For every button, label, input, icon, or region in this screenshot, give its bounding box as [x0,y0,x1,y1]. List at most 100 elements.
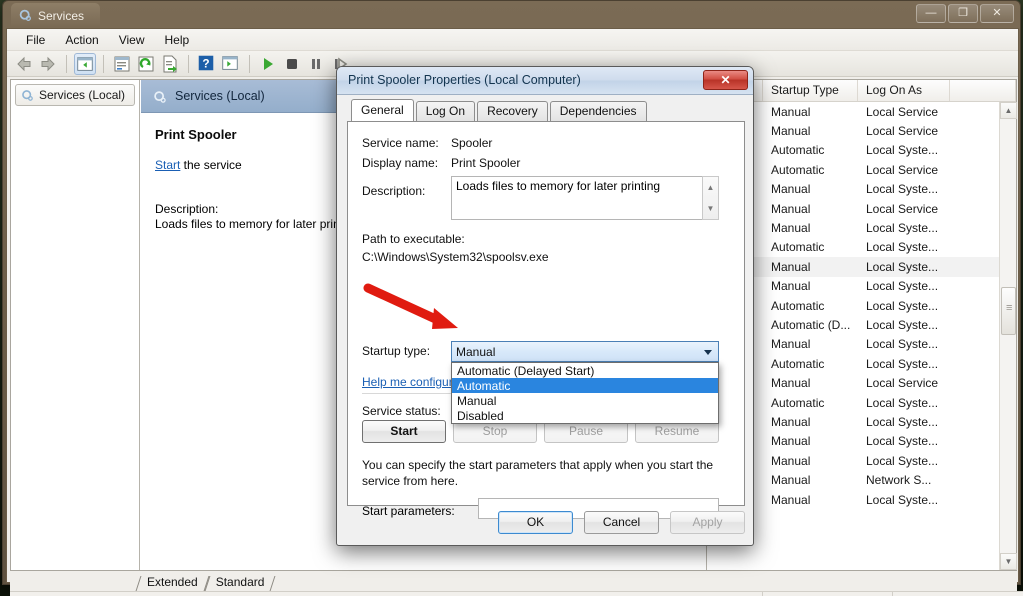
forward-arrow-icon[interactable] [37,53,59,75]
cell-startup-type: Automatic [771,143,825,158]
show-hide-console-tree-icon[interactable] [74,52,96,75]
description-scrollbar[interactable]: ▲ ▼ [702,176,719,220]
cell-startup-type: Automatic [771,395,825,410]
cell-log-on-as: Local Service [866,376,939,391]
description-textarea-value: Loads files to memory for later printing [456,179,661,193]
tab-recovery[interactable]: Recovery [477,101,548,121]
dialog-inner: General Log On Recovery Dependencies Ser… [347,99,745,537]
cancel-button[interactable]: Cancel [584,511,659,534]
start-button[interactable]: Start [362,420,446,443]
cell-log-on-as: Local Syste... [866,492,939,507]
view-tab-standard[interactable]: Standard [207,574,274,591]
description-scroll-down-icon[interactable]: ▼ [703,198,718,219]
show-hide-action-pane-icon[interactable] [220,53,242,75]
scrollbar-thumb[interactable] [1001,287,1016,335]
dropdown-option-disabled[interactable]: Disabled [452,408,718,423]
status-bar [10,591,1023,596]
toolbar-separator [188,54,189,73]
scroll-up-button[interactable]: ▲ [1000,102,1017,119]
cell-log-on-as: Local Syste... [866,395,939,410]
cell-startup-type: Automatic [771,240,825,255]
start-service-icon[interactable] [257,53,279,75]
cell-log-on-as: Network S... [866,473,932,488]
tab-general[interactable]: General [351,99,414,121]
startup-type-dropdown-list[interactable]: Automatic (Delayed Start) Automatic Manual… [451,362,719,424]
dialog-close-button[interactable]: ✕ [703,70,748,90]
apply-button: Apply [670,511,745,534]
list-column-headers: tus Startup Type Log On As [708,80,1016,102]
cell-log-on-as: Local Syste... [866,356,939,371]
tab-page-general: Service name: Spooler Display name: Prin… [347,121,745,519]
tree-node-services-local[interactable]: Services (Local) [15,84,135,106]
startup-type-value: Manual [456,345,496,359]
list-vertical-scrollbar[interactable]: ▲ ▼ [999,102,1017,570]
cell-log-on-as: Local Syste... [866,434,939,449]
desktop-background: Services — ❐ ✕ File Action View Help ? S… [0,0,1023,596]
chevron-down-icon [704,350,712,355]
menu-item-action[interactable]: Action [56,31,107,49]
cell-log-on-as: Local Syste... [866,182,939,197]
tab-log-on[interactable]: Log On [415,101,476,121]
cell-log-on-as: Local Syste... [866,279,939,294]
start-service-link[interactable]: Start [155,158,180,172]
refresh-icon[interactable] [135,53,157,75]
cell-startup-type: Automatic [771,298,825,313]
ok-button[interactable]: OK [498,511,573,534]
menu-item-file[interactable]: File [17,31,54,49]
services-gear-icon [19,9,32,22]
path-to-executable-value: C:\Windows\System32\spoolsv.exe [362,250,549,264]
cell-log-on-as: Local Syste... [866,298,939,313]
services-gear-icon [21,89,34,102]
view-tabs: Extended Standard [10,572,1017,591]
dropdown-option-manual[interactable]: Manual [452,393,718,408]
startup-type-label: Startup type: [362,344,431,358]
cell-startup-type: Manual [771,279,811,294]
description-textarea[interactable]: Loads files to memory for later printing… [451,176,719,220]
dialog-action-buttons: OK Cancel Apply [347,511,745,534]
view-tab-extended[interactable]: Extended [138,574,207,591]
startup-type-combobox[interactable]: Manual [451,341,719,362]
back-arrow-icon[interactable] [13,53,35,75]
console-tree-pane: Services (Local) [11,80,140,570]
dropdown-option-automatic-delayed-start[interactable]: Automatic (Delayed Start) [452,363,718,378]
service-name-value: Spooler [451,136,493,150]
dialog-title-text: Print Spooler Properties (Local Computer… [348,73,581,87]
help-icon[interactable]: ? [196,53,218,75]
cell-startup-type: Manual [771,376,811,391]
cell-log-on-as: Local Syste... [866,317,939,332]
cell-log-on-as: Local Syste... [866,414,939,429]
window-titlebar: Services — ❐ ✕ [3,1,1020,29]
tab-dependencies[interactable]: Dependencies [549,101,647,121]
start-parameters-hint: You can specify the start parameters tha… [362,458,714,489]
column-header-log-on-as[interactable]: Log On As [858,80,950,101]
dropdown-option-automatic[interactable]: Automatic [452,378,718,393]
cell-log-on-as: Local Service [866,201,939,216]
cell-log-on-as: Local Syste... [866,221,939,236]
minimize-button[interactable]: — [916,4,946,23]
column-header-startup-type[interactable]: Startup Type [763,80,858,101]
cell-startup-type: Manual [771,201,811,216]
svg-text:?: ? [202,56,209,70]
scroll-down-button[interactable]: ▼ [1000,553,1017,570]
cell-log-on-as: Local Service [866,104,939,119]
services-list-pane: tus Startup Type Log On As Manual Local S… [708,80,1017,570]
menu-item-view[interactable]: View [110,31,154,49]
cell-startup-type: Manual [771,453,811,468]
cell-startup-type: Manual [771,473,811,488]
cell-log-on-as: Local Syste... [866,240,939,255]
help-me-configure-link[interactable]: Help me configure [362,375,463,389]
menu-item-help[interactable]: Help [156,31,199,49]
print-spooler-properties-dialog: Print Spooler Properties (Local Computer… [336,66,754,546]
stop-service-icon[interactable] [281,53,303,75]
cell-startup-type: Manual [771,124,811,139]
cell-startup-type: Manual [771,259,811,274]
description-scroll-up-icon[interactable]: ▲ [703,177,718,198]
close-button[interactable]: ✕ [980,4,1014,23]
maximize-button[interactable]: ❐ [948,4,978,23]
cell-startup-type: Manual [771,104,811,119]
cell-startup-type: Manual [771,492,811,507]
pause-service-icon[interactable] [305,53,327,75]
display-name-label: Display name: [362,156,439,170]
properties-icon[interactable] [111,53,133,75]
export-list-icon[interactable] [159,53,181,75]
